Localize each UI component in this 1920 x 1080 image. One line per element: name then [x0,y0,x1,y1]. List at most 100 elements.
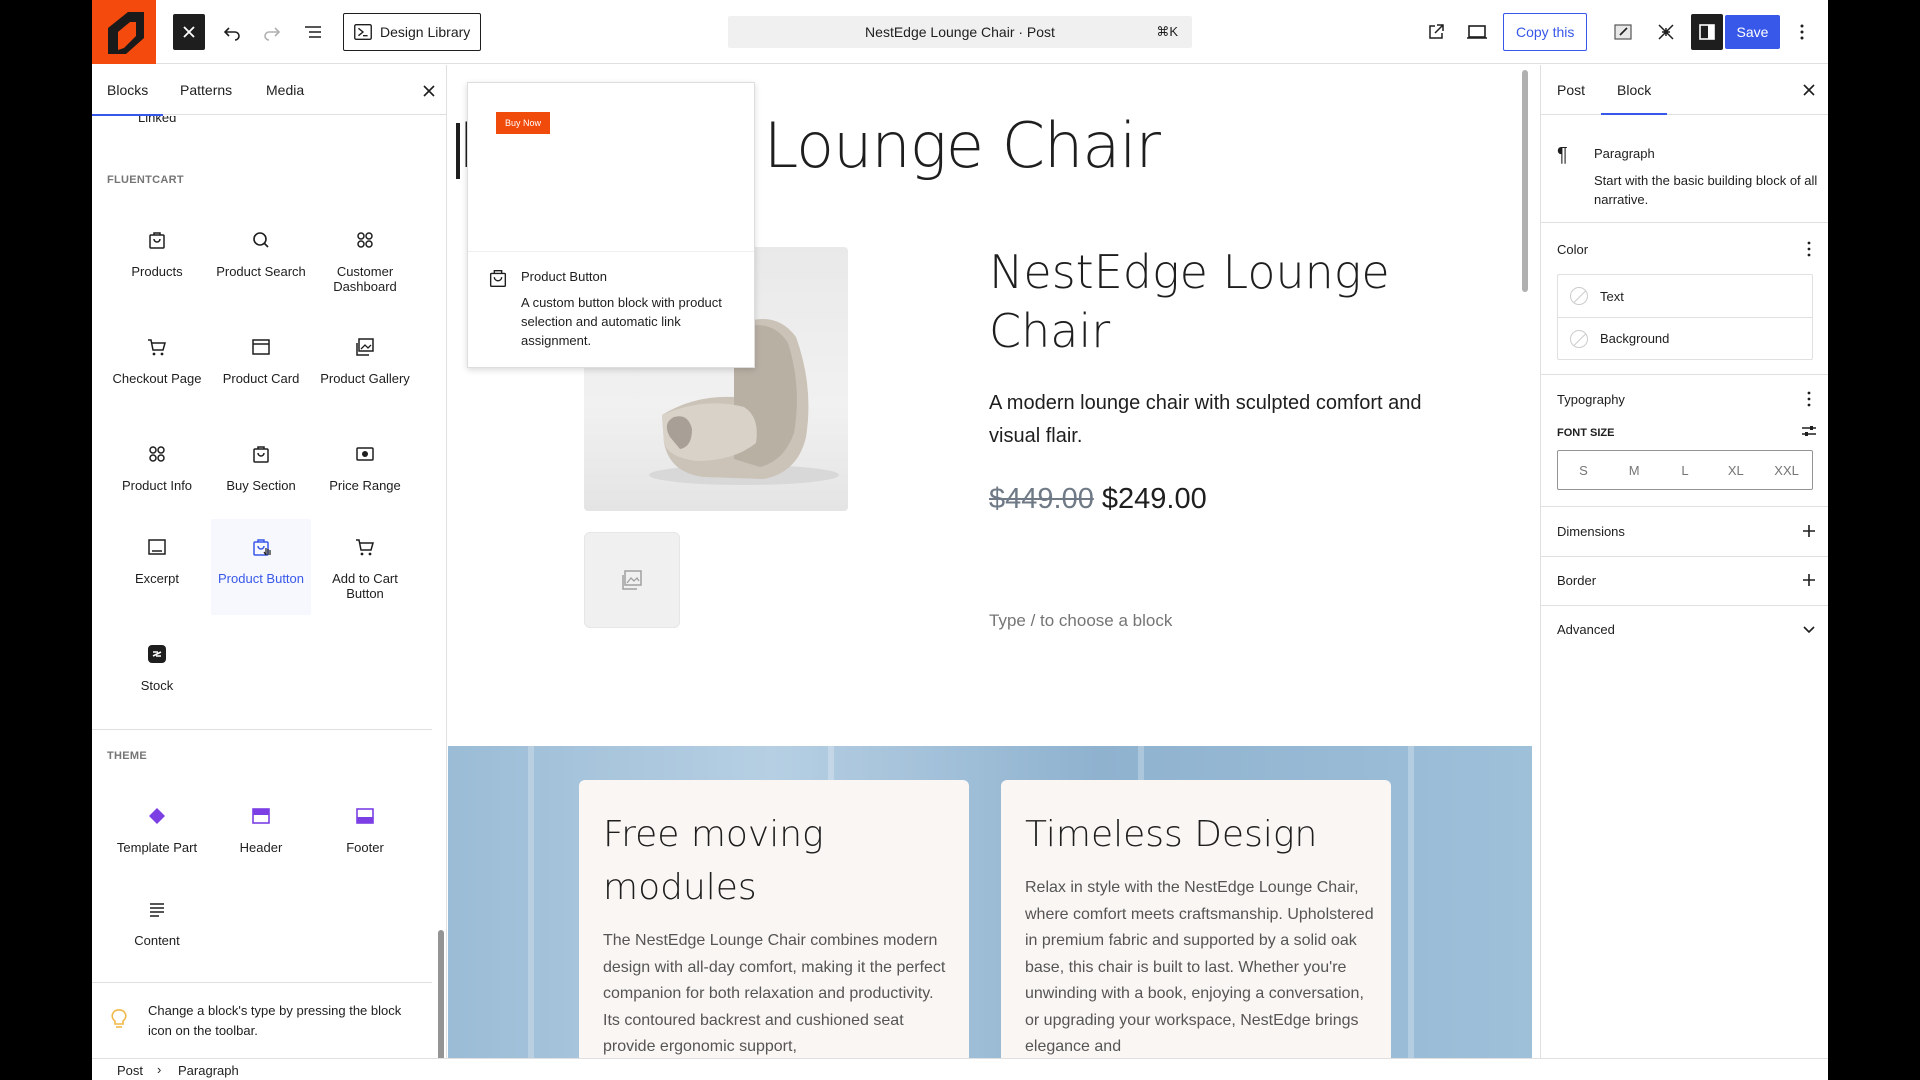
breadcrumb-paragraph[interactable]: Paragraph [178,1063,239,1078]
category-divider [92,729,432,730]
block-label: Customer Dashboard [333,264,397,294]
feature-title: Free moving modules [603,814,824,908]
undo-button[interactable] [214,14,250,50]
block-footer[interactable]: Footer [315,788,415,884]
block-label: Content [134,933,180,948]
tab-patterns[interactable]: Patterns [180,82,232,98]
save-button[interactable]: Save [1725,15,1780,49]
block-checkout-page[interactable]: Checkout Page [107,319,207,415]
block-product-button[interactable]: Product Button [211,519,311,615]
document-overview-button[interactable] [295,14,331,50]
plus-icon [1803,525,1815,537]
inserter-block-list[interactable]: Linked FLUENTCART Products Product Searc… [92,116,446,1006]
block-appender-placeholder[interactable]: Type / to choose a block [989,611,1172,631]
font-size-s[interactable]: S [1558,451,1609,489]
tab-post[interactable]: Post [1557,82,1585,98]
block-header[interactable]: Header [211,788,311,884]
product-thumbnail[interactable] [584,532,680,628]
cart-icon [353,535,377,559]
block-inserter-panel: Blocks Patterns Media Linked FLUENTCART … [92,65,447,1058]
lines-icon [145,897,169,921]
tools-icon [1658,24,1674,40]
custom-font-size-button[interactable] [1797,419,1821,443]
view-post-button[interactable] [1418,14,1454,50]
sale-price: $249.00 [1101,483,1207,515]
advanced-toggle-button[interactable] [1797,617,1821,641]
tools-button[interactable] [1648,14,1684,50]
color-text-option[interactable]: Text [1558,275,1812,317]
block-stock[interactable]: Stock [107,626,207,722]
preview-button[interactable] [1459,14,1495,50]
block-card-title: Paragraph [1594,146,1655,161]
site-logo[interactable] [92,0,156,64]
bag-icon [145,228,169,252]
block-excerpt[interactable]: Excerpt [107,519,207,615]
buy-now-button-preview: Buy Now [496,112,551,134]
grid-icon [353,228,377,252]
options-menu-button[interactable] [1786,14,1818,50]
block-product-card[interactable]: Product Card [211,319,311,415]
document-title: NestEdge Lounge Chair · Post [865,24,1055,40]
inserter-scrollbar[interactable] [438,930,444,1058]
tab-blocks[interactable]: Blocks [92,82,164,116]
feature-card[interactable]: Free moving modules The NestEdge Lounge … [579,780,969,1058]
dimensions-add-button[interactable] [1797,519,1821,543]
block-products[interactable]: Products [107,212,207,308]
redo-button[interactable] [254,14,290,50]
block-product-gallery[interactable]: Product Gallery [315,319,415,415]
search-icon [249,228,273,252]
border-add-button[interactable] [1797,568,1821,592]
settings-sidebar-toggle[interactable] [1691,14,1723,50]
card-icon [249,335,273,359]
breadcrumb-post[interactable]: Post [117,1063,143,1078]
style-book-button[interactable] [1605,14,1641,50]
advanced-panel-title[interactable]: Advanced [1557,622,1615,637]
color-options-button[interactable] [1797,237,1821,261]
feature-card[interactable]: Timeless Design Relax in style with the … [1001,780,1391,1058]
block-template-part[interactable]: Template Part [107,788,207,884]
product-description[interactable]: A modern lounge chair with sculpted comf… [989,387,1459,453]
block-label: Buy Section [226,478,296,493]
block-product-search[interactable]: Product Search [211,212,311,308]
border-panel-title[interactable]: Border [1557,573,1596,588]
font-size-l[interactable]: L [1660,451,1711,489]
redo-icon [264,27,281,41]
panel-divider [1541,605,1828,606]
block-label: Product Card [222,371,300,386]
tab-block[interactable]: Block [1600,82,1668,115]
command-palette-bar[interactable]: NestEdge Lounge Chair · Post ⌘K [728,16,1192,48]
close-icon[interactable] [1799,80,1819,100]
font-size-m[interactable]: M [1609,451,1660,489]
typography-options-button[interactable] [1797,387,1821,411]
tab-media[interactable]: Media [266,82,304,98]
canvas-scrollbar[interactable] [1522,70,1528,292]
bag-icon [249,535,273,559]
design-library-button[interactable]: Design Library [343,13,482,51]
font-size-xl[interactable]: XL [1710,451,1761,489]
block-content[interactable]: Content [107,881,207,977]
command-shortcut: ⌘K [1156,24,1178,39]
block-card: ¶ Paragraph Start with the basic buildin… [1541,116,1828,223]
block-price-range[interactable]: Price Range [315,426,415,522]
block-customer-dashboard[interactable]: Customer Dashboard [315,212,415,308]
plus-icon [1803,574,1815,586]
desktop-icon [1467,25,1487,39]
copy-this-button[interactable]: Copy this [1503,13,1588,51]
color-background-option[interactable]: Background [1558,317,1812,359]
close-icon[interactable] [419,81,439,101]
block-buy-section[interactable]: Buy Section [211,426,311,522]
block-label: Checkout Page [112,371,202,386]
font-size-xxl[interactable]: XXL [1761,451,1812,489]
block-breadcrumb: Post › Paragraph [92,1058,1828,1080]
product-price[interactable]: $449.00 $249.00 [989,483,1207,516]
color-panel-title: Color [1557,242,1589,257]
block-product-info[interactable]: Product Info [107,426,207,522]
product-title[interactable]: NestEdge Lounge Chair [989,243,1429,361]
dimensions-panel-title[interactable]: Dimensions [1557,524,1625,539]
block-add-to-cart-button[interactable]: Add to Cart Button [315,519,415,615]
cart-icon [145,335,169,359]
close-inserter-button[interactable] [173,14,205,50]
features-section[interactable]: Free moving modules The NestEdge Lounge … [448,746,1532,1058]
background-stripe [1408,746,1414,1058]
feature-text: The NestEdge Lounge Chair combines moder… [603,932,946,1055]
